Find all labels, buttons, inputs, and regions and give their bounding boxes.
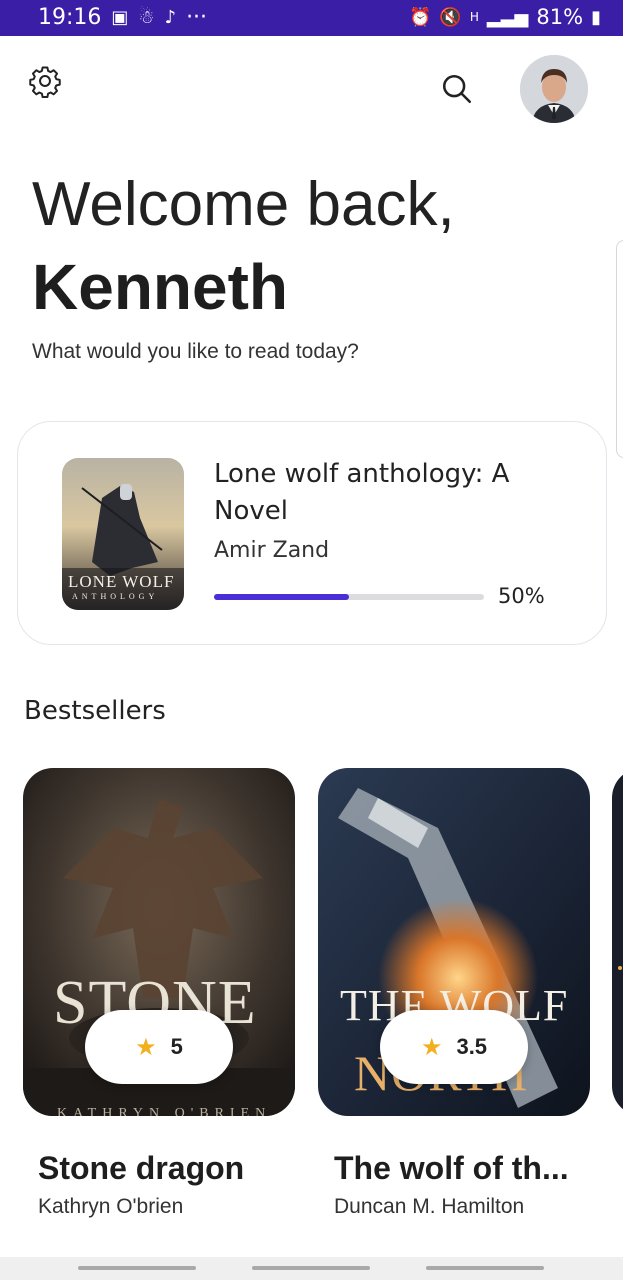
book-cover-next-partial[interactable] bbox=[612, 768, 623, 1116]
reading-progress-fill bbox=[214, 594, 349, 600]
bestsellers-heading: Bestsellers bbox=[24, 696, 166, 726]
bixby-icon: ☃ bbox=[138, 7, 155, 28]
subtitle: What would you like to read today? bbox=[32, 340, 359, 363]
user-name-heading: Kenneth bbox=[32, 251, 288, 323]
status-bar: 19:16 ▣ ☃ ♪ ··· ⏰ 🔇 H ▂▃▅ 81% ▮ bbox=[0, 0, 623, 36]
battery-level: 81% bbox=[536, 5, 584, 29]
rating-value: 5 bbox=[170, 1034, 183, 1059]
book-author: Duncan M. Hamilton bbox=[334, 1195, 525, 1218]
rating-badge: ★ 3.5 bbox=[380, 1010, 528, 1084]
search-icon[interactable] bbox=[440, 72, 474, 106]
welcome-heading: Welcome back, bbox=[32, 170, 455, 239]
book-title[interactable]: The wolf of th... bbox=[334, 1150, 569, 1187]
alarm-icon: ⏰ bbox=[409, 6, 432, 28]
gear-icon[interactable] bbox=[28, 64, 62, 98]
signal-icon: ▂▃▅ bbox=[486, 6, 529, 28]
star-icon: ★ bbox=[135, 1033, 157, 1061]
nav-recents-button[interactable] bbox=[78, 1266, 196, 1270]
system-nav-bar bbox=[0, 1257, 623, 1280]
cover-title-text: LONE WOLF bbox=[68, 572, 175, 591]
star-icon: ★ bbox=[420, 1033, 443, 1061]
tiktok-icon: ♪ bbox=[164, 7, 177, 28]
avatar-image bbox=[520, 55, 588, 123]
rating-value: 3.5 bbox=[456, 1034, 488, 1059]
nav-home-button[interactable] bbox=[252, 1266, 370, 1270]
current-book-title: Lone wolf anthology: A Novel bbox=[214, 459, 510, 526]
user-avatar[interactable] bbox=[520, 55, 588, 123]
side-scroll-handle[interactable] bbox=[616, 240, 623, 458]
rating-badge: ★ 5 bbox=[85, 1010, 233, 1084]
more-notifications: ··· bbox=[186, 5, 208, 30]
current-book-card[interactable]: LONE WOLF ANTHOLOGY Lone wolf anthology:… bbox=[17, 421, 607, 645]
current-book-author: Amir Zand bbox=[214, 538, 330, 563]
status-left: 19:16 ▣ ☃ ♪ ··· bbox=[38, 5, 207, 30]
reading-progress-bar bbox=[214, 594, 484, 600]
battery-icon: ▮ bbox=[591, 6, 601, 28]
network-type: H bbox=[469, 10, 479, 24]
cover-subtitle-text: ANTHOLOGY bbox=[72, 592, 159, 601]
gallery-icon: ▣ bbox=[111, 7, 129, 28]
nav-back-button[interactable] bbox=[426, 1266, 544, 1270]
cover-art bbox=[612, 768, 623, 1116]
reading-progress-label: 50% bbox=[498, 584, 545, 608]
cover-author-text: KATHRYN O'BRIEN bbox=[57, 1106, 272, 1116]
mute-icon: 🔇 bbox=[439, 6, 462, 28]
status-time: 19:16 bbox=[38, 5, 102, 30]
status-right: ⏰ 🔇 H ▂▃▅ 81% ▮ bbox=[409, 5, 601, 29]
book-title[interactable]: Stone dragon bbox=[38, 1150, 244, 1187]
book-author: Kathryn O'brien bbox=[38, 1195, 184, 1218]
current-book-cover: LONE WOLF ANTHOLOGY bbox=[62, 458, 184, 610]
